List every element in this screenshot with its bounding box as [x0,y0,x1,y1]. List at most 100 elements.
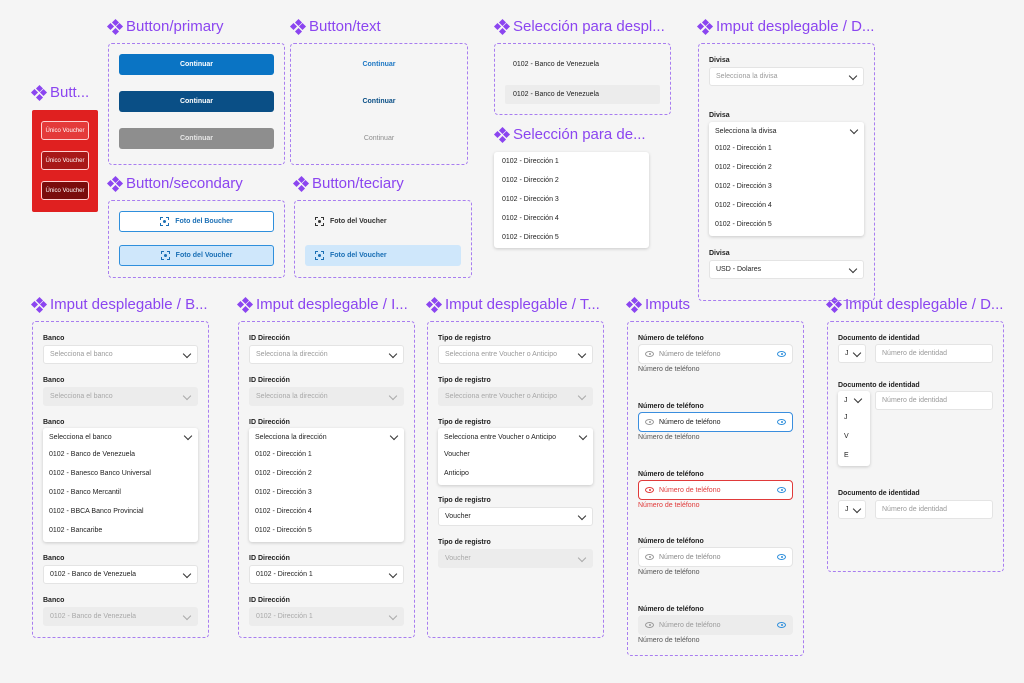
banco-select-filled-disabled[interactable]: 0102 - Banco de Venezuela [43,607,198,626]
divisa-option[interactable]: 0102 - Dirección 3 [715,183,772,190]
list-item[interactable]: 0102 - Dirección 2 [502,177,559,184]
divisa-option[interactable]: 0102 - Dirección 2 [715,164,772,171]
list-item[interactable]: 0102 - Dirección 5 [502,234,559,241]
tipo-select[interactable]: Selecciona entre Voucher o Anticipo [438,345,593,364]
seleccion-item[interactable]: 0102 - Banco de Venezuela [505,55,660,74]
phone-input[interactable]: Número de teléfono [638,344,793,364]
banco-select-open[interactable]: Selecciona el banco [43,428,198,447]
primary-buttons-frame: Continuar Continuar Continuar [108,43,285,165]
tipo-dropdown: Selecciona entre Voucher o Anticipo Vouc… [438,428,593,485]
id-direccion-select-disabled[interactable]: Selecciona la dirección [249,387,404,406]
phone-input-filled[interactable]: Número de teléfono [638,547,793,567]
documento-number-input[interactable]: Número de identidad [875,500,993,519]
documento-type-select-open[interactable]: J [838,391,866,410]
divisa-select-open[interactable]: Selecciona la divisa [709,122,864,141]
unico-voucher-button-hover[interactable]: Único Voucher [41,151,89,170]
seleccion-item-hover[interactable]: 0102 - Banco de Venezuela [505,85,660,104]
unico-voucher-button-pressed[interactable]: Único Voucher [41,181,89,200]
divisa-option[interactable]: 0102 - Dirección 5 [715,221,772,228]
phone-input-error[interactable]: Número de teléfono [638,480,793,500]
id-direccion-select-filled-disabled[interactable]: 0102 - Dirección 1 [249,607,404,626]
documento-label: Documento de identidad [838,335,920,342]
eye-toggle-icon[interactable] [777,622,786,628]
foto-voucher-teciary-button-hover[interactable]: Foto del Voucher [305,245,461,266]
chevron-down-icon [182,569,192,579]
id-direccion-select[interactable]: Selecciona la dirección [249,345,404,364]
continuar-text-button-hover[interactable]: Continuar [301,91,457,112]
phone-label: Número de teléfono [638,606,704,613]
documento-type-option[interactable]: E [844,452,849,459]
id-direccion-option[interactable]: 0102 - Dirección 1 [255,451,312,458]
phone-label: Número de teléfono [638,335,704,342]
divisa-select-filled[interactable]: USD - Dolares [709,260,864,279]
list-item[interactable]: 0102 - Dirección 4 [502,215,559,222]
component-icon [493,126,511,143]
eye-toggle-icon[interactable] [777,487,786,493]
banco-select-disabled[interactable]: Selecciona el banco [43,387,198,406]
tipo-select-filled[interactable]: Voucher [438,507,593,526]
phone-label: Número de teléfono [638,471,704,478]
list-item[interactable]: 0102 - Dirección 1 [502,158,559,165]
banco-option[interactable]: 0102 - Bancaribe [49,527,102,534]
divisa-label: Divisa [709,250,730,257]
id-direccion-select-filled[interactable]: 0102 - Dirección 1 [249,565,404,584]
id-direccion-option[interactable]: 0102 - Dirección 2 [255,470,312,477]
divisa-select[interactable]: Selecciona la divisa [709,67,864,86]
unico-voucher-button[interactable]: Único Voucher [41,121,89,140]
eye-toggle-icon[interactable] [777,419,786,425]
phone-input-focus[interactable]: Número de teléfono [638,412,793,432]
component-icon [425,296,443,313]
documento-type-option[interactable]: V [844,433,849,440]
chevron-down-icon [182,349,192,359]
foto-voucher-button-hover[interactable]: Foto del Voucher [119,245,274,266]
continuar-text-button-disabled[interactable]: Continuar [301,128,457,149]
tipo-label: Tipo de registro [438,419,491,426]
divisa-option[interactable]: 0102 - Dirección 4 [715,202,772,209]
id-direccion-option[interactable]: 0102 - Dirección 4 [255,508,312,515]
secondary-buttons-frame: Foto del Boucher Foto del Voucher [108,200,285,278]
divisa-option[interactable]: 0102 - Dirección 1 [715,145,772,152]
tipo-select-disabled[interactable]: Selecciona entre Voucher o Anticipo [438,387,593,406]
red-button-panel: Único Voucher Único Voucher Único Vouche… [32,110,98,212]
foto-voucher-teciary-button[interactable]: Foto del Voucher [305,211,461,232]
banco-select[interactable]: Selecciona el banco [43,345,198,364]
banco-select-filled[interactable]: 0102 - Banco de Venezuela [43,565,198,584]
banco-label: Banco [43,419,65,426]
eye-toggle-icon[interactable] [777,351,786,357]
id-direccion-select-open[interactable]: Selecciona la dirección [249,428,404,447]
documento-type-option[interactable]: J [844,414,848,421]
title-banco: Imput desplegable / B... [30,296,208,313]
id-direccion-option[interactable]: 0102 - Dirección 5 [255,527,312,534]
documento-type-dropdown: J J V E [838,391,870,466]
phone-helper: Número de teléfono [638,366,700,373]
continuar-button-disabled[interactable]: Continuar [119,128,274,149]
phone-input-disabled[interactable]: Número de teléfono [638,615,793,635]
tipo-option[interactable]: Voucher [444,451,470,458]
tipo-option[interactable]: Anticipo [444,470,469,477]
component-icon [289,18,307,35]
component-icon [236,296,254,313]
phone-helper: Número de teléfono [638,434,700,441]
continuar-button[interactable]: Continuar [119,54,274,75]
tipo-select-filled-disabled[interactable]: Voucher [438,549,593,568]
continuar-button-hover[interactable]: Continuar [119,91,274,112]
banco-option[interactable]: 0102 - BBCA Banco Provincial [49,508,144,515]
continuar-text-button[interactable]: Continuar [301,54,457,75]
eye-toggle-icon[interactable] [777,554,786,560]
chevron-down-icon [389,431,399,441]
documento-number-input[interactable]: Número de identidad [875,344,993,363]
tipo-label: Tipo de registro [438,497,491,504]
scan-icon [315,251,324,260]
banco-dropdown: Selecciona el banco 0102 - Banco de Vene… [43,428,198,542]
id-direccion-label: ID Dirección [249,555,290,562]
foto-boucher-button[interactable]: Foto del Boucher [119,211,274,232]
tipo-select-open[interactable]: Selecciona entre Voucher o Anticipo [438,428,593,447]
documento-number-input[interactable]: Número de identidad [875,391,993,410]
id-direccion-option[interactable]: 0102 - Dirección 3 [255,489,312,496]
banco-option[interactable]: 0102 - Banco de Venezuela [49,451,135,458]
banco-option[interactable]: 0102 - Banco Mercantil [49,489,121,496]
banco-option[interactable]: 0102 - Banesco Banco Universal [49,470,151,477]
list-item[interactable]: 0102 - Dirección 3 [502,196,559,203]
documento-type-select[interactable]: J [838,500,866,519]
documento-type-select[interactable]: J [838,344,866,363]
